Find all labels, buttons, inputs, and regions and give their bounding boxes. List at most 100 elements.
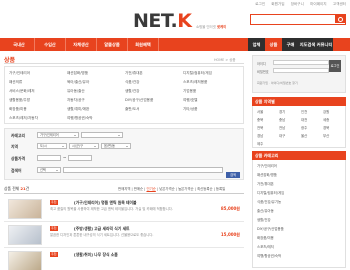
category-link[interactable]: 스포츠/레저용품 bbox=[183, 80, 207, 85]
region-link[interactable]: 광주 bbox=[301, 125, 307, 130]
sort-low-price[interactable]: 낮은가격순 bbox=[159, 187, 175, 191]
product-row[interactable]: 추천 [가구/인테리어] 명품 앤틱 원목 테이블 최고 품질의 원목을 사용하… bbox=[4, 196, 244, 222]
sort-region[interactable]: 판매지역 bbox=[118, 187, 130, 191]
category-link[interactable]: 화장품/미용 bbox=[9, 107, 27, 112]
region-link[interactable]: 경남 bbox=[257, 133, 263, 138]
sort-regdate[interactable]: 등록일 bbox=[216, 187, 225, 191]
product-thumbnail[interactable] bbox=[8, 225, 42, 245]
region-link[interactable]: 부산 bbox=[323, 133, 329, 138]
sort-popular[interactable]: 인기순 bbox=[146, 187, 155, 191]
category-link[interactable]: 가구/인테리어 bbox=[9, 71, 30, 76]
nav-item-product[interactable]: 상품 bbox=[265, 38, 282, 51]
category-link[interactable]: 패션의류 bbox=[9, 80, 22, 85]
category-select-1[interactable]: 가구/인테리어 bbox=[37, 132, 79, 138]
category-link[interactable]: 생활/건강 bbox=[125, 89, 139, 94]
product-thumbnail[interactable] bbox=[8, 199, 42, 219]
category-link[interactable]: 가전/휴대폰 bbox=[125, 71, 143, 76]
product-thumbnail[interactable] bbox=[8, 251, 42, 270]
sidebar-category-link[interactable]: 패션잡화/명품 bbox=[257, 172, 277, 177]
region-link[interactable]: 전남 bbox=[279, 125, 285, 130]
product-row[interactable]: 추천 [주방/생활] 고급 세라믹 식기 세트 깔끔한 디자인과 튼튼한 내구성… bbox=[4, 222, 244, 248]
tagline-text: 쇼핑몰 인터넷 bbox=[196, 25, 216, 29]
login-links[interactable]: 회원가입 · 아이디/비밀번호 찾기 bbox=[257, 81, 298, 85]
product-row[interactable]: 추천 [생활/취미] 나무 장식 소품 bbox=[4, 248, 244, 270]
nav-item-map-search[interactable]: 지도검색 bbox=[299, 38, 316, 51]
nav-item-own-production[interactable]: 자체생산 bbox=[66, 38, 97, 51]
category-link[interactable]: 출판/도서 bbox=[125, 107, 139, 112]
region-link[interactable]: 대전 bbox=[301, 117, 307, 122]
region-link[interactable]: 울산 bbox=[301, 133, 307, 138]
region-link[interactable]: 대구 bbox=[279, 133, 285, 138]
product-title[interactable]: [주방/생활] 고급 세라믹 식기 세트 bbox=[74, 226, 130, 232]
sidebar-category-link[interactable]: 생활/건강 bbox=[257, 217, 271, 222]
login-pw-input[interactable] bbox=[273, 68, 329, 73]
category-link[interactable]: DIY/공구/산업용품 bbox=[125, 98, 153, 103]
category-link[interactable]: 디지털/컴퓨터/게임 bbox=[183, 71, 212, 76]
keyword-type-select[interactable]: 선택 bbox=[37, 167, 61, 173]
search-icon[interactable] bbox=[335, 15, 345, 23]
price-max-input[interactable] bbox=[68, 155, 92, 161]
nav-item-bargain[interactable]: 알뜰상품 bbox=[97, 38, 128, 51]
region-link[interactable]: 경기 bbox=[279, 109, 285, 114]
sidebar-category-link[interactable]: 가전/휴대폰 bbox=[257, 181, 274, 186]
category-link[interactable]: 자동차/공구 bbox=[67, 98, 85, 103]
region-link[interactable]: 경북 bbox=[323, 125, 329, 130]
search-input[interactable] bbox=[250, 14, 346, 25]
recommend-badge: 추천 bbox=[50, 252, 58, 257]
sidebar-category-link[interactable]: 디지털/컴퓨터/게임 bbox=[257, 190, 284, 195]
category-link[interactable]: 여행/호텔 bbox=[183, 98, 197, 103]
login-id-input[interactable] bbox=[273, 60, 329, 65]
region-link[interactable]: 강원 bbox=[323, 109, 329, 114]
nav-item-member-benefit[interactable]: 회원혜택 bbox=[128, 38, 159, 51]
sidebar-category-link[interactable]: 여행/항공권/숙박 bbox=[257, 253, 281, 258]
region-select-province[interactable]: 도/시 bbox=[37, 143, 67, 149]
nav-item-import[interactable]: 수입산 bbox=[35, 38, 66, 51]
category-link[interactable]: 생활용품/주방 bbox=[9, 98, 30, 103]
category-link[interactable]: 스포츠/레저/자동차 bbox=[9, 116, 38, 121]
category-link[interactable]: 육아/출산/유아 bbox=[67, 80, 89, 85]
sort-newest[interactable]: 최신등록순 bbox=[197, 187, 213, 191]
region-select-town[interactable]: 읍/면/동 bbox=[101, 143, 131, 149]
region-link[interactable]: 서울 bbox=[257, 109, 263, 114]
region-link[interactable]: 충남 bbox=[279, 117, 285, 122]
sidebar-category-link[interactable]: 출산/유아동 bbox=[257, 208, 274, 213]
nav-item-purchase[interactable]: 구매 bbox=[282, 38, 299, 51]
category-link[interactable]: 패션잡화/명품 bbox=[67, 71, 88, 76]
region-link[interactable]: 제주 bbox=[257, 141, 263, 146]
search-button[interactable]: 검색 bbox=[226, 172, 240, 178]
price-min-input[interactable] bbox=[37, 155, 61, 161]
sidebar-category-link[interactable]: DIY/공구/산업용품 bbox=[257, 226, 284, 231]
category-link[interactable]: 서비스/문화/레저 bbox=[9, 89, 35, 94]
category-select-2[interactable] bbox=[81, 132, 123, 138]
sort-sales[interactable]: 판매순 bbox=[134, 187, 143, 191]
region-link[interactable]: 충북 bbox=[257, 117, 263, 122]
product-title[interactable]: [생활/취미] 나무 장식 소품 bbox=[74, 252, 118, 258]
category-link[interactable]: 식품/건강 bbox=[125, 80, 139, 85]
top-link-mypage[interactable]: 마이페이지 bbox=[310, 2, 327, 6]
region-link[interactable]: 전북 bbox=[257, 125, 263, 130]
nav-item-domestic[interactable]: 국내산 bbox=[4, 38, 35, 51]
category-link[interactable]: 기타/상품 bbox=[183, 107, 197, 112]
product-title[interactable]: [가구/인테리어] 명품 앤틱 원목 테이블 bbox=[74, 200, 137, 206]
category-link[interactable]: 여행/항공권/숙박 bbox=[67, 116, 93, 121]
category-link[interactable]: 생활/취미/애완 bbox=[67, 107, 89, 112]
region-link[interactable]: 세종 bbox=[323, 117, 329, 122]
login-button[interactable]: 로그인 bbox=[329, 60, 341, 72]
top-link-login[interactable]: 로그인 bbox=[255, 2, 265, 6]
top-link-cart[interactable]: 장바구니 bbox=[291, 2, 304, 6]
top-link-cs[interactable]: 고객센터 bbox=[333, 2, 346, 6]
sidebar-category-link[interactable]: 스포츠/레저 bbox=[257, 244, 274, 249]
region-select-city[interactable]: 시/군/구 bbox=[69, 143, 99, 149]
region-link[interactable]: 인천 bbox=[301, 109, 307, 114]
sidebar-category-link[interactable]: 가구/인테리어 bbox=[257, 163, 277, 168]
category-link[interactable]: 기업용품 bbox=[183, 89, 196, 94]
keyword-input[interactable] bbox=[63, 167, 223, 173]
site-logo[interactable]: NET.K bbox=[133, 10, 195, 34]
sidebar-category-link[interactable]: 식품/건강/유기농 bbox=[257, 199, 281, 204]
nav-item-community[interactable]: 커뮤니티 bbox=[316, 38, 333, 51]
sidebar-category-link[interactable]: 화장품/미용 bbox=[257, 235, 274, 240]
nav-item-company[interactable]: 업체 bbox=[248, 38, 265, 51]
top-link-join[interactable]: 회원가입 bbox=[271, 2, 284, 6]
sort-high-price[interactable]: 높은가격순 bbox=[178, 187, 194, 191]
category-link[interactable]: 유아동/출산 bbox=[67, 89, 85, 94]
